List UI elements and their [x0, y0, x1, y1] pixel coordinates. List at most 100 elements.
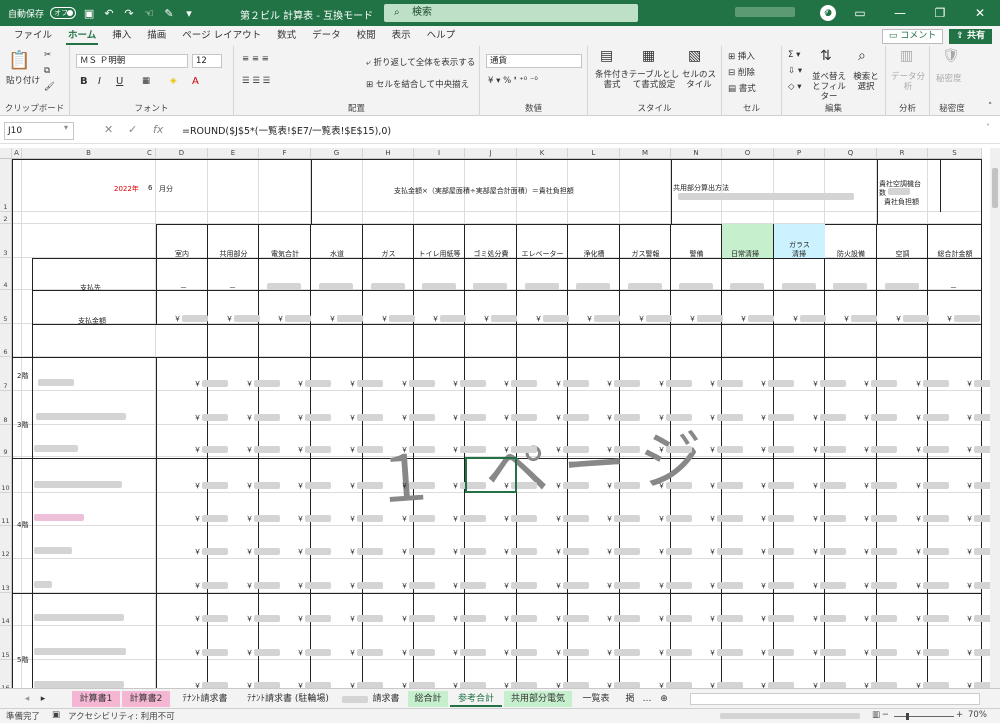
border-icon[interactable]: ▦	[142, 76, 150, 86]
cell-yen[interactable]: ￥	[452, 413, 459, 423]
align-top-icon[interactable]: ≡ ≡ ≡	[242, 54, 269, 64]
bold-button[interactable]: B	[80, 76, 88, 87]
amount-yen[interactable]: ￥	[586, 314, 593, 324]
cell-yen[interactable]: ￥	[863, 481, 870, 491]
header-8[interactable]: 浄化槽	[568, 249, 620, 259]
cell-yen[interactable]: ￥	[297, 379, 304, 389]
column-header-b[interactable]: B	[22, 148, 156, 159]
underline-button[interactable]: U	[116, 76, 123, 87]
scroll-thumb[interactable]	[992, 168, 998, 208]
cell-yen[interactable]: ￥	[503, 681, 510, 688]
cell-yen[interactable]: ￥	[297, 514, 304, 524]
cell-yen[interactable]: ￥	[606, 614, 613, 624]
sheet-tab-tenant-bike[interactable]: ﾃﾅﾝﾄ請求書 (駐輪場)	[238, 691, 338, 707]
cell-yen[interactable]: ￥	[760, 681, 767, 688]
cell-yen[interactable]: ￥	[915, 514, 922, 524]
amount-yen[interactable]: ￥	[535, 314, 542, 324]
cell-yen[interactable]: ￥	[760, 413, 767, 423]
format-cells-button[interactable]: ▤ 書式	[728, 82, 756, 94]
cell-yen[interactable]: ￥	[349, 514, 356, 524]
cell-yen[interactable]: ￥	[760, 648, 767, 658]
cell-yen[interactable]: ￥	[194, 413, 201, 423]
cell-yen[interactable]: ￥	[194, 681, 201, 688]
cell-yen[interactable]: ￥	[555, 413, 562, 423]
sheet-tab-ref-total[interactable]: 参考合計	[450, 691, 502, 707]
dash-e4[interactable]: －	[229, 283, 236, 293]
cell-yen[interactable]: ￥	[760, 514, 767, 524]
cell-yen[interactable]: ￥	[452, 481, 459, 491]
cell-yen[interactable]: ￥	[709, 648, 716, 658]
cell-yen[interactable]: ￥	[297, 681, 304, 688]
floor-5-label[interactable]: 5階	[17, 655, 28, 665]
cell-yen[interactable]: ￥	[452, 614, 459, 624]
cell-yen[interactable]: ￥	[863, 648, 870, 658]
amount-yen[interactable]: ￥	[226, 314, 233, 324]
cell-yen[interactable]: ￥	[297, 547, 304, 557]
cell-yen[interactable]: ￥	[863, 581, 870, 591]
cell-yen[interactable]: ￥	[401, 581, 408, 591]
data-analysis-icon[interactable]: ▥	[900, 48, 913, 64]
cell-yen[interactable]: ￥	[606, 581, 613, 591]
touch-mode-icon[interactable]: ☜	[142, 6, 156, 20]
cell-yen[interactable]: ￥	[401, 614, 408, 624]
month-number-cell[interactable]: 6	[148, 184, 152, 192]
cell-yen[interactable]: ￥	[503, 547, 510, 557]
cell-yen[interactable]: ￥	[606, 681, 613, 688]
redo-icon[interactable]: ↷	[122, 6, 136, 20]
page-layout-icon[interactable]: ▥ ─	[872, 710, 888, 720]
year-cell[interactable]: 2022年	[114, 184, 139, 194]
tab-review[interactable]: 校閲	[349, 26, 384, 46]
sensitivity-button[interactable]: 秘密度	[936, 72, 962, 84]
cell-yen[interactable]: ￥	[349, 681, 356, 688]
cell-yen[interactable]: ￥	[349, 481, 356, 491]
cell-yen[interactable]: ￥	[658, 681, 665, 688]
cell-yen[interactable]: ￥	[709, 547, 716, 557]
sheet-tab-common-elec[interactable]: 共用部分電気	[504, 691, 572, 707]
row-header-4[interactable]: 4	[0, 258, 12, 290]
horizontal-scrollbar[interactable]	[690, 693, 980, 705]
cell-yen[interactable]: ￥	[812, 514, 819, 524]
zoom-level[interactable]: 70%	[968, 710, 987, 720]
cell-yen[interactable]: ￥	[246, 379, 253, 389]
cell-yen[interactable]: ￥	[349, 413, 356, 423]
cell-yen[interactable]: ￥	[503, 379, 510, 389]
column-header-p[interactable]: P	[774, 148, 825, 159]
row-header-14[interactable]: 14	[0, 593, 12, 626]
cell-yen[interactable]: ￥	[452, 648, 459, 658]
cell-yen[interactable]: ￥	[709, 681, 716, 688]
quick-access-more-icon[interactable]: ▾	[182, 6, 196, 20]
floor-3-label[interactable]: 3階	[17, 420, 28, 430]
format-as-table-button[interactable]: テーブルとして書式設定	[628, 70, 680, 90]
cell-yen[interactable]: ￥	[297, 445, 304, 455]
sheet-tab-more[interactable]: 掲	[620, 691, 640, 707]
search-box[interactable]: ⌕ 検索	[384, 4, 638, 22]
row-header-2[interactable]: 2	[0, 212, 12, 224]
row-header-15[interactable]: 15	[0, 626, 12, 660]
paste-button[interactable]: 貼り付け	[6, 74, 40, 86]
cell-yen[interactable]: ￥	[812, 481, 819, 491]
delete-cells-button[interactable]: ⊟ 削除	[728, 66, 755, 78]
cell-yen[interactable]: ￥	[503, 614, 510, 624]
macro-record-icon[interactable]: ▣	[52, 710, 60, 720]
column-header-r[interactable]: R	[877, 148, 928, 159]
column-header-k[interactable]: K	[517, 148, 568, 159]
cell-yen[interactable]: ￥	[246, 445, 253, 455]
font-name-select[interactable]: ＭＳ Ｐ明朝	[76, 54, 188, 68]
cell-yen[interactable]: ￥	[503, 648, 510, 658]
tab-data[interactable]: データ	[304, 26, 349, 46]
cell-yen[interactable]: ￥	[658, 547, 665, 557]
column-header-f[interactable]: F	[259, 148, 311, 159]
italic-button[interactable]: I	[98, 76, 101, 87]
cell-yen[interactable]: ￥	[812, 379, 819, 389]
column-header-a[interactable]: A	[12, 148, 22, 159]
cancel-icon[interactable]: ✕	[104, 123, 113, 136]
cell-yen[interactable]: ￥	[915, 614, 922, 624]
column-header-q[interactable]: Q	[825, 148, 877, 159]
ribbon-display-icon[interactable]: ▭	[840, 0, 880, 26]
font-size-select[interactable]: 12	[192, 54, 222, 68]
cell-yen[interactable]: ￥	[297, 413, 304, 423]
column-header-h[interactable]: H	[363, 148, 414, 159]
share-button[interactable]: ⇪ 共有	[949, 29, 992, 44]
cell-yen[interactable]: ￥	[452, 379, 459, 389]
document-title[interactable]: 第２ビル 計算表 - 互換モード	[240, 7, 373, 22]
